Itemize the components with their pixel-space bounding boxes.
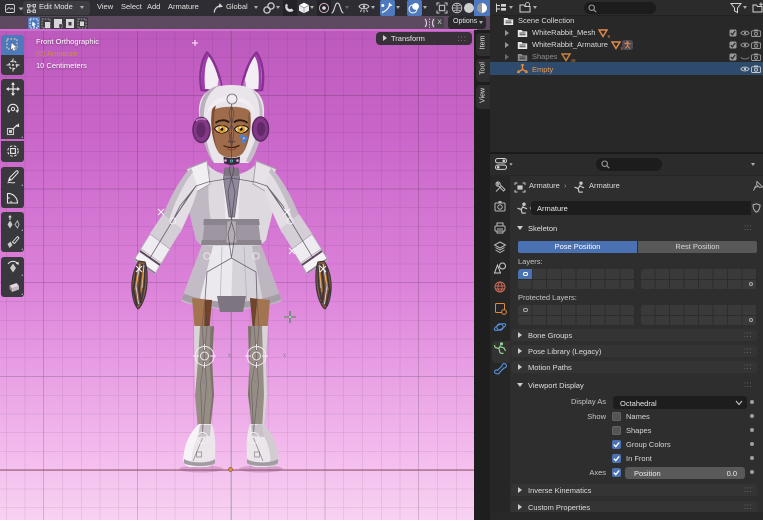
svg-text:x: x (283, 353, 286, 359)
svg-text:x: x (228, 353, 231, 359)
svg-text:9: 9 (608, 34, 611, 38)
svg-text:Y: Y (253, 379, 258, 386)
svg-text:Y: Y (202, 379, 207, 386)
